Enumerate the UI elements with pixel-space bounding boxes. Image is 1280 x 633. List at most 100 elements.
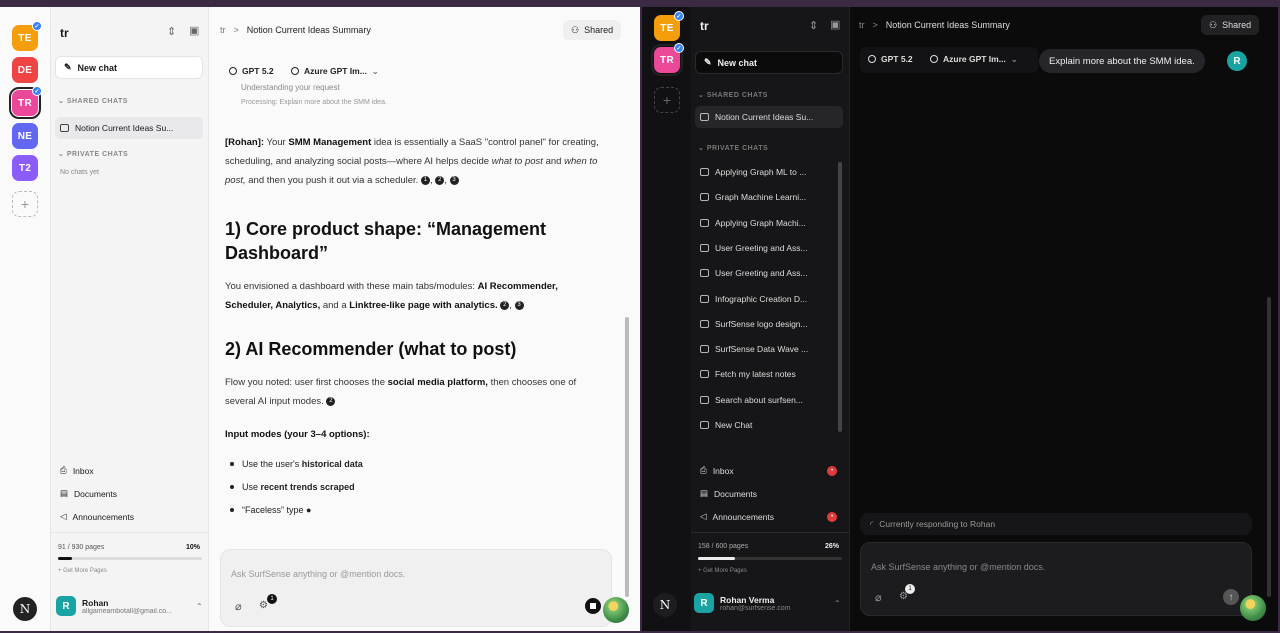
model-selector[interactable]: GPT 5.2 bbox=[229, 66, 274, 76]
get-more-pages-link[interactable]: + Get More Pages bbox=[58, 568, 107, 574]
citation-badge[interactable]: 2 bbox=[500, 300, 510, 310]
sidebar-item-private-chat[interactable]: Applying Graph Machi... bbox=[700, 218, 835, 228]
new-chat-button[interactable]: ✎ New chat bbox=[695, 51, 843, 74]
workspace-tr[interactable]: TR ✓ bbox=[9, 86, 42, 119]
edit-icon: ✎ bbox=[704, 57, 712, 67]
chat-bubble-icon bbox=[60, 124, 69, 132]
sidebar-item-documents[interactable]: ▤ Documents bbox=[700, 488, 757, 499]
send-button[interactable]: ↑ bbox=[1223, 589, 1239, 605]
sources-icon[interactable]: ⚙ bbox=[259, 600, 268, 611]
chat-bubble-icon bbox=[700, 113, 709, 121]
collapse-sidebar-icon[interactable]: ▣ bbox=[830, 18, 840, 31]
workspace-te[interactable]: TE ✓ bbox=[654, 11, 684, 41]
document-icon: ▤ bbox=[700, 488, 709, 498]
chat-composer: Ask SurfSense anything or @mention docs.… bbox=[860, 542, 1252, 616]
stop-icon bbox=[590, 603, 596, 609]
switch-chevron-icon[interactable]: ⇕ bbox=[809, 19, 818, 32]
citation-badge[interactable]: 3 bbox=[514, 300, 524, 310]
chevron-down-icon[interactable]: ⌄ bbox=[58, 98, 64, 105]
pages-progress-bar bbox=[58, 557, 202, 560]
sidebar-item-documents[interactable]: ▤ Documents bbox=[60, 488, 117, 499]
message-user-avatar: R bbox=[1227, 51, 1247, 71]
sidebar-scrollbar[interactable] bbox=[838, 162, 842, 432]
sidebar-item-shared-chat[interactable]: Notion Current Ideas Su... bbox=[695, 106, 843, 128]
sidebar-item-inbox[interactable]: ⎙ Inbox bbox=[60, 465, 94, 476]
model-selector[interactable]: GPT 5.2 bbox=[868, 54, 913, 64]
sidebar-item-private-chat[interactable]: Fetch my latest notes bbox=[700, 369, 835, 379]
workspace-de[interactable]: DE bbox=[12, 57, 38, 83]
responding-indicator: ◜ Currently responding to Rohan bbox=[860, 513, 1252, 535]
chat-composer: Ask SurfSense anything or @mention docs.… bbox=[220, 549, 612, 627]
sidebar-item-private-chat[interactable]: Infographic Creation D... bbox=[700, 294, 835, 304]
add-workspace-button[interactable]: + bbox=[654, 87, 680, 113]
attach-icon[interactable]: ⌀ bbox=[235, 600, 242, 613]
inbox-icon: ⎙ bbox=[60, 465, 67, 475]
image-model-selector[interactable]: Azure GPT Im... ⌄ bbox=[930, 54, 1018, 64]
get-more-pages-link[interactable]: + Get More Pages bbox=[698, 568, 747, 574]
workspace-badge-icon: ✓ bbox=[674, 11, 684, 21]
image-model-selector[interactable]: Azure GPT Im... ⌄ bbox=[291, 66, 379, 76]
composer-input[interactable]: Ask SurfSense anything or @mention docs. bbox=[231, 569, 405, 579]
chevron-down-icon[interactable]: ⌄ bbox=[58, 151, 64, 158]
workspace-t2[interactable]: T2 bbox=[12, 155, 38, 181]
sidebar-item-private-chat[interactable]: New Chat bbox=[700, 420, 835, 430]
sidebar-item-announcements[interactable]: ◁ Announcements bbox=[60, 511, 134, 522]
sidebar-item-private-chat[interactable]: SurfSense Data Wave ... bbox=[700, 344, 835, 354]
sidebar-item-private-chat[interactable]: SurfSense logo design... bbox=[700, 319, 835, 329]
image-model-icon bbox=[930, 55, 938, 63]
new-chat-button[interactable]: ✎ New chat bbox=[55, 56, 203, 79]
chevron-down-icon[interactable]: ⌄ bbox=[698, 145, 704, 152]
sidebar-item-shared-chat[interactable]: Notion Current Ideas Su... bbox=[55, 117, 203, 139]
app-logo[interactable]: N bbox=[13, 597, 37, 621]
user-email: allgameambotall@gmail.co... bbox=[82, 607, 172, 615]
citation-badge[interactable]: 2 bbox=[326, 396, 336, 406]
pages-percent: 10% bbox=[186, 544, 201, 551]
scrollbar[interactable] bbox=[1267, 297, 1271, 597]
scrollbar[interactable] bbox=[625, 317, 629, 597]
stop-button[interactable] bbox=[585, 598, 601, 614]
answer-paragraph-3: Flow you noted: user first chooses the s… bbox=[225, 377, 577, 407]
app-logo[interactable]: N bbox=[653, 593, 677, 617]
pages-progress-bar bbox=[698, 557, 842, 560]
assistant-avatar[interactable] bbox=[603, 597, 629, 623]
add-workspace-button[interactable]: + bbox=[12, 191, 38, 217]
shared-button[interactable]: ⚇ Shared bbox=[1201, 15, 1260, 35]
attach-icon[interactable]: ⌀ bbox=[875, 591, 882, 604]
workspace-te[interactable]: TE ✓ bbox=[12, 21, 42, 51]
sidebar-item-private-chat[interactable]: User Greeting and Ass... bbox=[700, 268, 835, 278]
sidebar-item-private-chat[interactable]: Graph Machine Learni... bbox=[700, 192, 835, 202]
workspace-ne[interactable]: NE bbox=[12, 123, 38, 149]
user-profile[interactable]: R Rohan Verma rohan@surfsense.com ⌃ bbox=[694, 593, 841, 613]
sidebar-item-private-chat[interactable]: User Greeting and Ass... bbox=[700, 243, 835, 253]
sidebar-item-inbox[interactable]: ⎙ Inbox bbox=[700, 465, 734, 476]
inbox-badge: • bbox=[827, 466, 837, 476]
workspace-badge-icon: ✓ bbox=[32, 86, 42, 96]
answer-paragraph-1: [Rohan]: Your SMM Management idea is ess… bbox=[225, 137, 599, 186]
composer-input[interactable]: Ask SurfSense anything or @mention docs. bbox=[871, 562, 1045, 572]
status-step: Understanding your request bbox=[241, 83, 340, 92]
citation-badge[interactable]: 3 bbox=[449, 175, 459, 185]
chat-bubble-icon bbox=[700, 294, 709, 303]
private-chats-header: PRIVATE CHATS bbox=[706, 145, 769, 152]
workspace-title: tr bbox=[60, 26, 69, 40]
sidebar-item-private-chat[interactable]: Applying Graph ML to ... bbox=[700, 167, 835, 177]
citation-badge[interactable]: 2 bbox=[435, 175, 445, 185]
user-avatar: R bbox=[694, 593, 714, 613]
sidebar: tr ⇕ ▣ ✎ New chat ⌄ SHARED CHATS Notion C… bbox=[51, 7, 209, 631]
list-item: Use recent trends scraped bbox=[230, 482, 355, 492]
citation-badge[interactable]: 1 bbox=[420, 175, 430, 185]
chevron-down-icon[interactable]: ⌄ bbox=[698, 92, 704, 99]
chat-bubble-icon bbox=[700, 193, 709, 202]
page-title: Notion Current Ideas Summary bbox=[246, 25, 371, 35]
user-profile[interactable]: R Rohan allgameambotall@gmail.co... ⌃ bbox=[56, 596, 203, 616]
chat-bubble-icon bbox=[700, 168, 709, 176]
collapse-sidebar-icon[interactable]: ▣ bbox=[189, 24, 199, 37]
workspace-tr[interactable]: TR ✓ bbox=[651, 43, 684, 76]
sidebar-item-announcements[interactable]: ◁ Announcements bbox=[700, 511, 774, 522]
sidebar-item-private-chat[interactable]: Search about surfsen... bbox=[700, 395, 835, 405]
assistant-avatar[interactable] bbox=[1240, 595, 1266, 621]
shared-button[interactable]: ⚇ Shared bbox=[563, 20, 622, 40]
chevron-up-icon: ⌃ bbox=[834, 598, 841, 608]
switch-chevron-icon[interactable]: ⇕ bbox=[167, 25, 176, 38]
chat-bubble-icon bbox=[700, 421, 709, 429]
